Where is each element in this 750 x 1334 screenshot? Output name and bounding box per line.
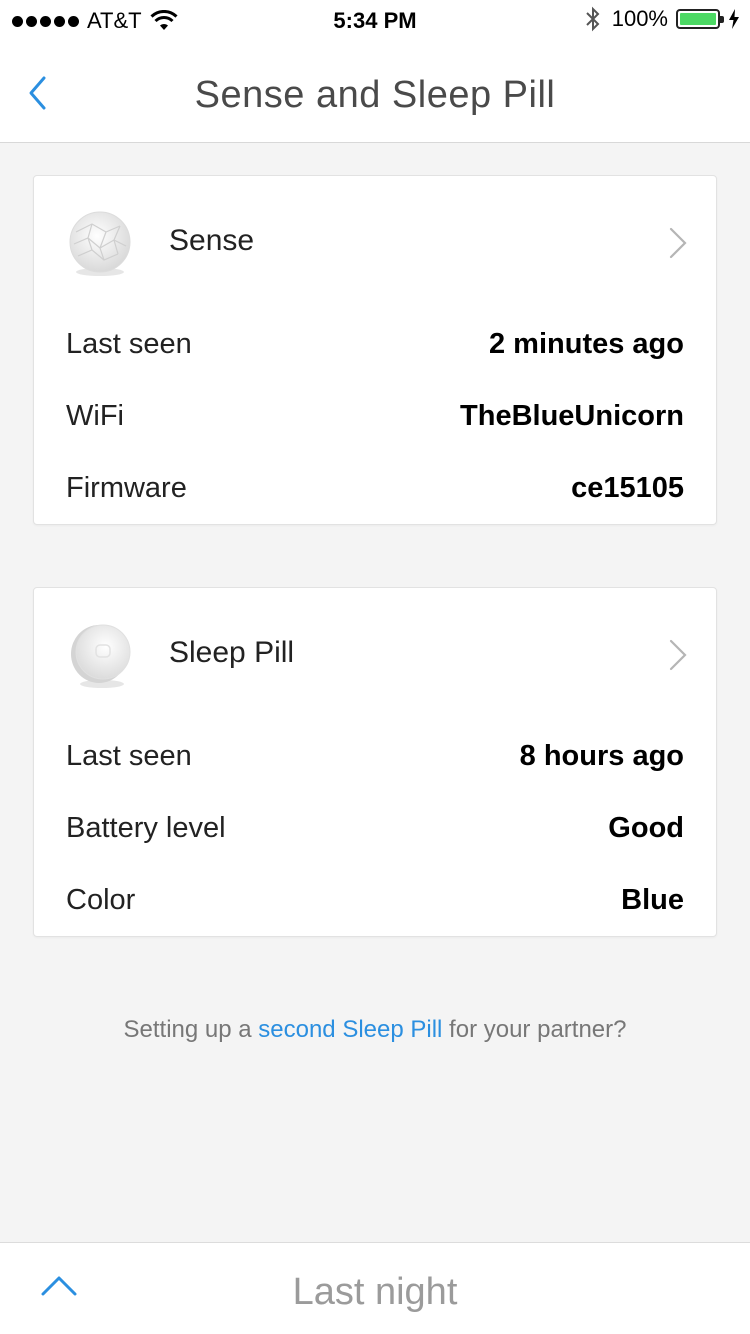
sense-card: Sense Last seen 2 minutes ago WiFi TheBl…: [33, 175, 717, 525]
status-bar: AT&T 5:34 PM 100%: [0, 0, 750, 40]
chevron-right-icon: [669, 639, 687, 671]
bottom-bar-title: Last night: [292, 1271, 458, 1313]
battery-fill: [680, 13, 716, 25]
sense-last-seen-row: Last seen 2 minutes ago: [66, 308, 684, 380]
row-value: Blue: [621, 883, 684, 916]
row-value: Good: [608, 811, 684, 844]
sense-details: Last seen 2 minutes ago WiFi TheBlueUnic…: [34, 308, 716, 524]
sleep-pill-card-header[interactable]: Sleep Pill: [34, 588, 716, 720]
sleep-pill-device-name: Sleep Pill: [169, 636, 295, 669]
navigation-bar: Sense and Sleep Pill: [0, 40, 750, 143]
timeline-bottom-bar[interactable]: Last night: [0, 1242, 750, 1334]
row-label: Color: [66, 883, 136, 916]
bluetooth-icon: [586, 6, 600, 32]
partner-prompt-suffix: for your partner?: [442, 1016, 627, 1043]
row-value: 2 minutes ago: [489, 327, 684, 360]
partner-setup-prompt: Setting up a second Sleep Pill for your …: [0, 1016, 750, 1044]
row-label: WiFi: [66, 399, 124, 432]
charging-bolt-icon: [729, 9, 739, 29]
sense-firmware-row: Firmware ce15105: [66, 452, 684, 524]
battery-percent: 100%: [611, 6, 668, 31]
row-value: ce15105: [571, 471, 684, 504]
sleep-pill-battery-row: Battery level Good: [66, 792, 684, 864]
sleep-pill-details: Last seen 8 hours ago Battery level Good…: [34, 720, 716, 936]
sense-card-header[interactable]: Sense: [34, 176, 716, 308]
second-sleep-pill-link[interactable]: second Sleep Pill: [258, 1016, 442, 1043]
battery-icon: [676, 9, 724, 29]
row-value: TheBlueUnicorn: [460, 399, 684, 432]
row-value: 8 hours ago: [519, 739, 684, 772]
sleep-pill-card: Sleep Pill Last seen 8 hours ago Battery…: [33, 587, 717, 937]
page-title: Sense and Sleep Pill: [194, 74, 556, 116]
sense-device-name: Sense: [169, 224, 255, 257]
sleep-pill-color-row: Color Blue: [66, 864, 684, 936]
sense-wifi-row: WiFi TheBlueUnicorn: [66, 380, 684, 452]
sleep-pill-device-icon: [71, 624, 131, 688]
row-label: Battery level: [66, 811, 226, 844]
row-label: Last seen: [66, 739, 192, 772]
partner-prompt-prefix: Setting up a: [123, 1016, 259, 1043]
status-bar-right: 100%: [584, 6, 740, 32]
sense-device-icon: [69, 211, 131, 276]
row-label: Last seen: [66, 327, 192, 360]
sleep-pill-last-seen-row: Last seen 8 hours ago: [66, 720, 684, 792]
row-label: Firmware: [66, 471, 187, 504]
chevron-right-icon: [669, 227, 687, 259]
